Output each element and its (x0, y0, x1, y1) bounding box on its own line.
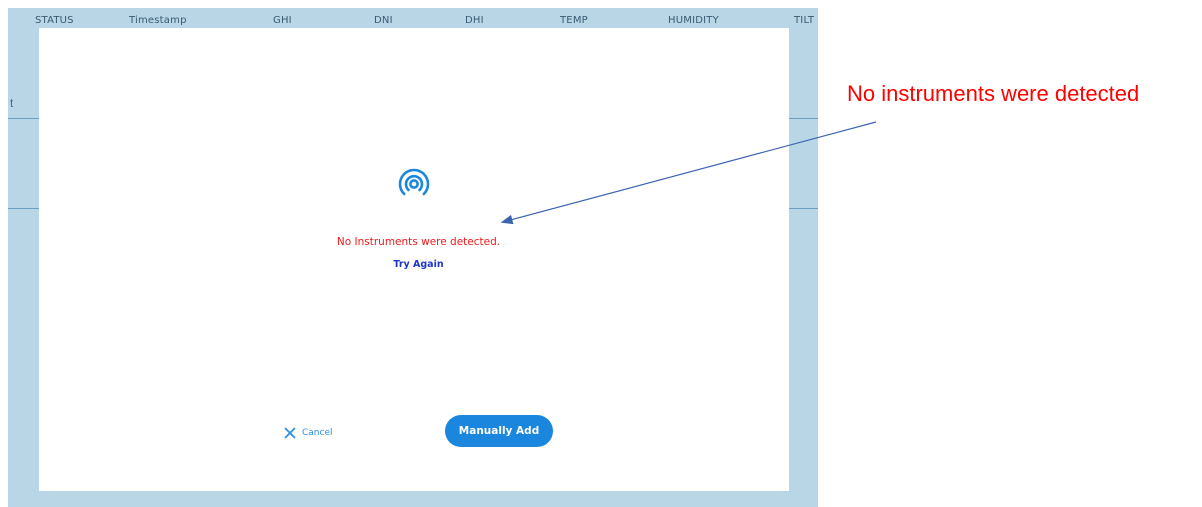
annotation-callout: No instruments were detected (847, 81, 1140, 106)
row-text-fragment: t (10, 96, 14, 110)
column-header-humidity[interactable]: HUMIDITY (668, 15, 719, 26)
no-instruments-message: No Instruments were detected. (336, 236, 501, 248)
column-header-dni[interactable]: DNI (374, 15, 393, 26)
column-header-ghi[interactable]: GHI (273, 15, 292, 26)
row-divider (789, 208, 818, 209)
cancel-label: Cancel (302, 428, 333, 438)
row-divider (8, 118, 39, 119)
column-header-timestamp[interactable]: Timestamp (129, 15, 187, 26)
row-divider (8, 208, 39, 209)
column-header-tilt[interactable]: TILT (794, 15, 814, 26)
signal-broadcast-icon (398, 168, 430, 196)
instrument-detection-dialog: No Instruments were detected. Try Again … (39, 28, 789, 491)
try-again-link[interactable]: Try Again (39, 259, 798, 270)
cancel-button[interactable]: Cancel (284, 425, 333, 441)
column-header-status[interactable]: STATUS (35, 15, 74, 26)
column-header-temp[interactable]: TEMP (560, 15, 588, 26)
row-divider (789, 118, 818, 119)
manually-add-button[interactable]: Manually Add (445, 415, 553, 447)
column-header-dhi[interactable]: DHI (465, 15, 484, 26)
close-icon (284, 427, 296, 439)
